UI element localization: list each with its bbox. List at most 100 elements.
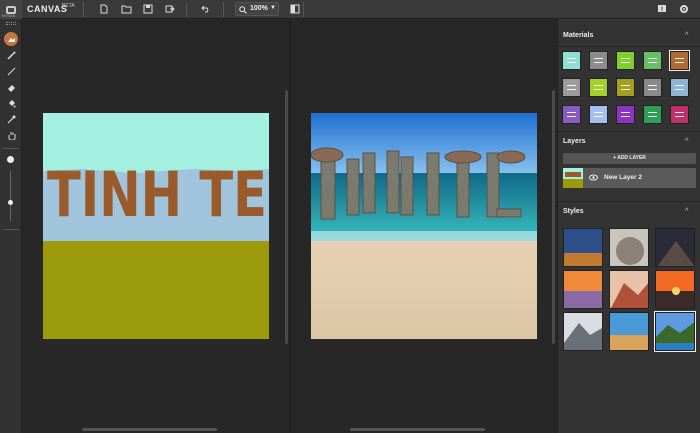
- layers-title: Layers: [563, 138, 586, 145]
- styles-collapse-chevron-icon[interactable]: ^: [685, 208, 688, 215]
- tool-paint-brush[interactable]: [4, 48, 18, 62]
- right-vertical-scrollbar[interactable]: [552, 90, 555, 344]
- toolbar-divider: [303, 2, 304, 17]
- undo-icon: [201, 5, 209, 13]
- brush-size-slider-handle[interactable]: [8, 200, 13, 205]
- style-thumb-1[interactable]: [563, 228, 603, 267]
- segmentation-canvas[interactable]: TINH TE: [43, 113, 269, 339]
- tool-pencil[interactable]: [4, 64, 18, 78]
- save-button[interactable]: [141, 2, 155, 16]
- tools-sidebar: [0, 19, 22, 433]
- open-folder-button[interactable]: [119, 2, 133, 16]
- brush-icon: [6, 51, 15, 60]
- new-file-button[interactable]: [97, 2, 111, 16]
- tool-hand[interactable]: [4, 128, 18, 142]
- logo-text: NVIDIA: [2, 13, 16, 18]
- layers-divider-top: [558, 131, 700, 132]
- materials-divider: [558, 46, 700, 47]
- tool-fill[interactable]: [4, 96, 18, 110]
- settings-button[interactable]: [677, 2, 691, 16]
- material-sky[interactable]: [670, 78, 689, 97]
- folder-icon: [121, 5, 131, 13]
- materials-collapse-chevron-icon[interactable]: ^: [685, 32, 688, 39]
- rock-icon: [675, 58, 684, 63]
- brush-size-indicator: [7, 156, 14, 163]
- eye-icon[interactable]: [589, 174, 598, 181]
- undo-button[interactable]: [199, 2, 213, 16]
- material-water[interactable]: [562, 105, 581, 124]
- materials-title: Materials: [563, 32, 594, 39]
- building-icon: [648, 112, 657, 117]
- grip-icon: [6, 22, 16, 25]
- hill-icon: [567, 85, 576, 90]
- right-panel: Materials ^ Layers ^ + ADD LAYER New Lay…: [557, 19, 700, 433]
- add-layer-button[interactable]: + ADD LAYER: [563, 153, 696, 164]
- material-fog[interactable]: [589, 105, 608, 124]
- style-thumb-6[interactable]: [655, 270, 695, 309]
- hand-icon: [8, 131, 15, 140]
- style-thumb-8[interactable]: [609, 312, 649, 351]
- material-sand[interactable]: [616, 78, 635, 97]
- canvas-painted-text: TINH TE: [47, 158, 267, 231]
- brush-size-slider[interactable]: [10, 171, 11, 221]
- new-file-icon: [100, 4, 108, 14]
- material-grass[interactable]: [616, 51, 635, 70]
- left-vertical-scrollbar[interactable]: [285, 90, 288, 344]
- split-divider[interactable]: [289, 19, 291, 433]
- split-view-icon: [290, 4, 300, 14]
- material-sea[interactable]: [562, 51, 581, 70]
- styles-title: Styles: [563, 208, 584, 215]
- style-thumb-5[interactable]: [609, 270, 649, 309]
- style-thumb-2[interactable]: [609, 228, 649, 267]
- sky-icon: [675, 85, 684, 90]
- landscape-brush-icon: [7, 37, 15, 42]
- material-cloud[interactable]: [589, 51, 608, 70]
- material-building[interactable]: [643, 105, 662, 124]
- tools-divider: [3, 229, 19, 230]
- style-thumb-3[interactable]: [655, 228, 695, 267]
- right-horizontal-scrollbar[interactable]: [350, 428, 485, 431]
- material-mountain[interactable]: [643, 51, 662, 70]
- help-icon: [658, 5, 666, 12]
- grass-icon: [621, 58, 630, 63]
- tree-icon: [594, 85, 603, 90]
- tool-brush-landscape[interactable]: [4, 32, 18, 46]
- zoom-select[interactable]: 100% ▼: [235, 2, 279, 16]
- layer-item[interactable]: New Layer 2: [563, 168, 696, 188]
- zoom-value: 100%: [250, 5, 268, 12]
- save-icon: [143, 4, 153, 14]
- tool-eraser[interactable]: [4, 80, 18, 94]
- left-horizontal-scrollbar[interactable]: [82, 428, 217, 431]
- chevron-down-icon: ▼: [270, 5, 276, 11]
- split-view-button[interactable]: [288, 2, 302, 16]
- fog-icon: [594, 112, 603, 117]
- material-tree[interactable]: [589, 78, 608, 97]
- road-icon: [675, 112, 684, 117]
- eyedropper-icon: [7, 115, 15, 123]
- tools-divider: [3, 148, 19, 149]
- material-road[interactable]: [670, 105, 689, 124]
- toolbar-divider: [223, 2, 224, 17]
- layers-collapse-chevron-icon[interactable]: ^: [685, 138, 688, 145]
- help-button[interactable]: [655, 2, 669, 16]
- mountain-icon: [648, 58, 657, 63]
- water-icon: [567, 112, 576, 117]
- cloud-icon: [594, 58, 603, 63]
- material-hill[interactable]: [562, 78, 581, 97]
- tool-eyedropper[interactable]: [4, 112, 18, 126]
- beta-badge: BETA: [62, 3, 75, 9]
- styles-divider-top: [558, 201, 700, 202]
- material-flowers[interactable]: [616, 105, 635, 124]
- style-thumb-7[interactable]: [563, 312, 603, 351]
- layer-thumbnail: [563, 168, 583, 188]
- material-snow[interactable]: [643, 78, 662, 97]
- paint-bucket-icon: [8, 99, 15, 107]
- canvas-ground: [43, 241, 269, 339]
- layer-name: New Layer 2: [604, 174, 642, 181]
- sea-icon: [567, 58, 576, 63]
- material-rock[interactable]: [669, 50, 690, 71]
- export-button[interactable]: [163, 2, 177, 16]
- eraser-icon: [7, 84, 15, 92]
- style-thumb-4[interactable]: [563, 270, 603, 309]
- style-thumb-9[interactable]: [654, 311, 696, 352]
